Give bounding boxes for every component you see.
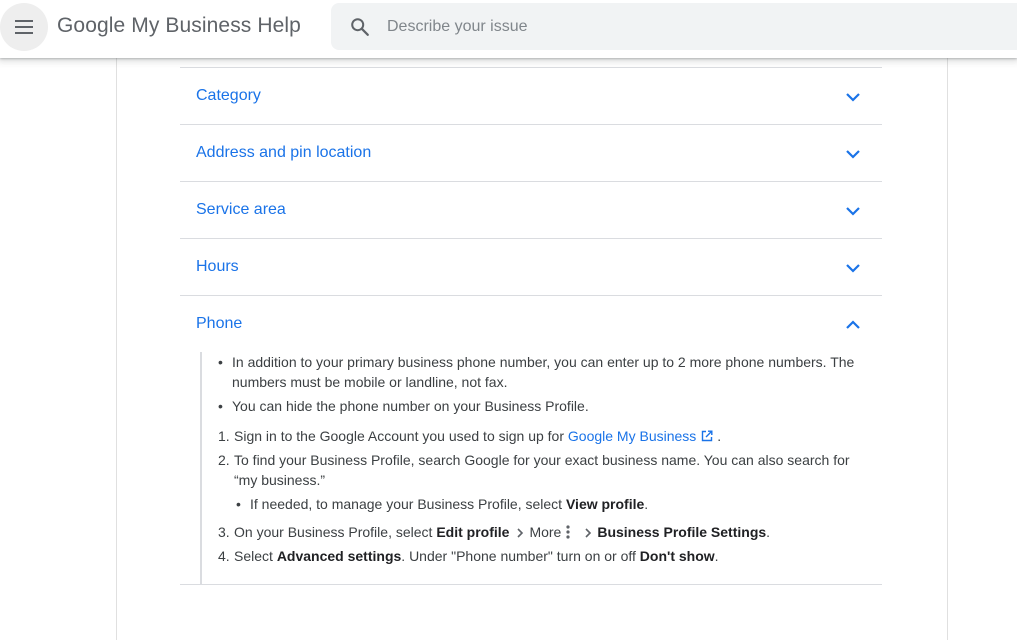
chevron-down-icon [846, 93, 860, 102]
more-label: More [529, 524, 562, 540]
dont-show-label: Don't show [639, 548, 715, 564]
step-text: To find your Business Profile, search Go… [234, 452, 850, 488]
step-2: 2. To find your Business Profile, search… [218, 450, 858, 514]
accordion-title: Hours [196, 258, 239, 275]
app-header: Google My Business Help [0, 0, 1017, 58]
step-text: On your Business Profile, select [234, 524, 433, 540]
accordion-title: Service area [196, 201, 286, 218]
search-input[interactable] [387, 3, 987, 50]
sub-step-text: If needed, to manage your Business Profi… [250, 496, 563, 512]
accordion-header-service-area[interactable]: Service area [180, 182, 882, 238]
link-text: Google My Business [567, 428, 697, 444]
accordion-title: Phone [196, 315, 243, 332]
more-vert-icon [566, 525, 570, 539]
accordion-header-category[interactable]: Category [180, 68, 882, 124]
step-3: 3. On your Business Profile, select Edit… [218, 522, 858, 542]
accordion-item-service-area: Service area [180, 181, 882, 238]
step-text: Select [234, 548, 273, 564]
google-my-business-link[interactable]: Google My Business [568, 428, 717, 444]
step-end: . [766, 524, 771, 540]
accordion-item-phone: Phone In addition to your primary busine… [180, 295, 882, 584]
chevron-right-icon [517, 528, 524, 538]
advanced-settings-label: Advanced settings [276, 548, 402, 564]
accordion-header-address[interactable]: Address and pin location [180, 125, 882, 181]
chevron-down-icon [846, 264, 860, 273]
accordion-item-category: Category [180, 67, 882, 124]
search-box[interactable] [331, 3, 1017, 50]
business-profile-settings-label: Business Profile Settings [597, 524, 767, 540]
faq-accordion: Category Address and pin location Servic… [180, 67, 882, 586]
phone-steps-list: 1. Sign in to the Google Account you use… [218, 426, 858, 566]
accordion-item-address: Address and pin location [180, 124, 882, 181]
step-1: 1. Sign in to the Google Account you use… [218, 426, 858, 446]
chevron-down-icon [846, 150, 860, 159]
step-4: 4. Select Advanced settings. Under "Phon… [218, 546, 858, 566]
hamburger-menu-icon [15, 20, 33, 34]
list-item: If needed, to manage your Business Profi… [234, 494, 858, 514]
step-text: Sign in to the Google Account you used t… [234, 428, 564, 444]
chevron-down-icon [846, 207, 860, 216]
step-number: 4. [218, 548, 230, 564]
main-menu-button[interactable] [0, 3, 48, 51]
accordion-body-phone: In addition to your primary business pho… [200, 352, 858, 584]
view-profile-label: View profile [565, 496, 645, 512]
list-item: You can hide the phone number on your Bu… [218, 396, 858, 416]
chevron-up-icon [846, 320, 860, 329]
step-number: 2. [218, 452, 230, 468]
step-number: 3. [218, 524, 230, 540]
step-number: 1. [218, 428, 230, 444]
accordion-title: Address and pin location [196, 144, 372, 161]
accordion-title: Category [196, 87, 261, 104]
accordion-bottom-divider [180, 584, 882, 586]
step-end: . [717, 428, 722, 444]
edit-profile-label: Edit profile [436, 524, 510, 540]
chevron-right-icon [585, 528, 592, 538]
sub-step-end: . [644, 496, 649, 512]
external-link-icon [702, 430, 713, 442]
step-mid: . Under "Phone number" turn on or off [401, 548, 636, 564]
step-2-sub-list: If needed, to manage your Business Profi… [234, 494, 858, 514]
accordion-header-phone[interactable]: Phone [180, 296, 882, 352]
app-title[interactable]: Google My Business Help [57, 14, 301, 38]
search-icon[interactable] [349, 16, 371, 38]
phone-info-list: In addition to your primary business pho… [218, 352, 858, 416]
accordion-header-hours[interactable]: Hours [180, 239, 882, 295]
step-end: . [714, 548, 719, 564]
accordion-item-hours: Hours [180, 238, 882, 295]
list-item: In addition to your primary business pho… [218, 352, 858, 392]
